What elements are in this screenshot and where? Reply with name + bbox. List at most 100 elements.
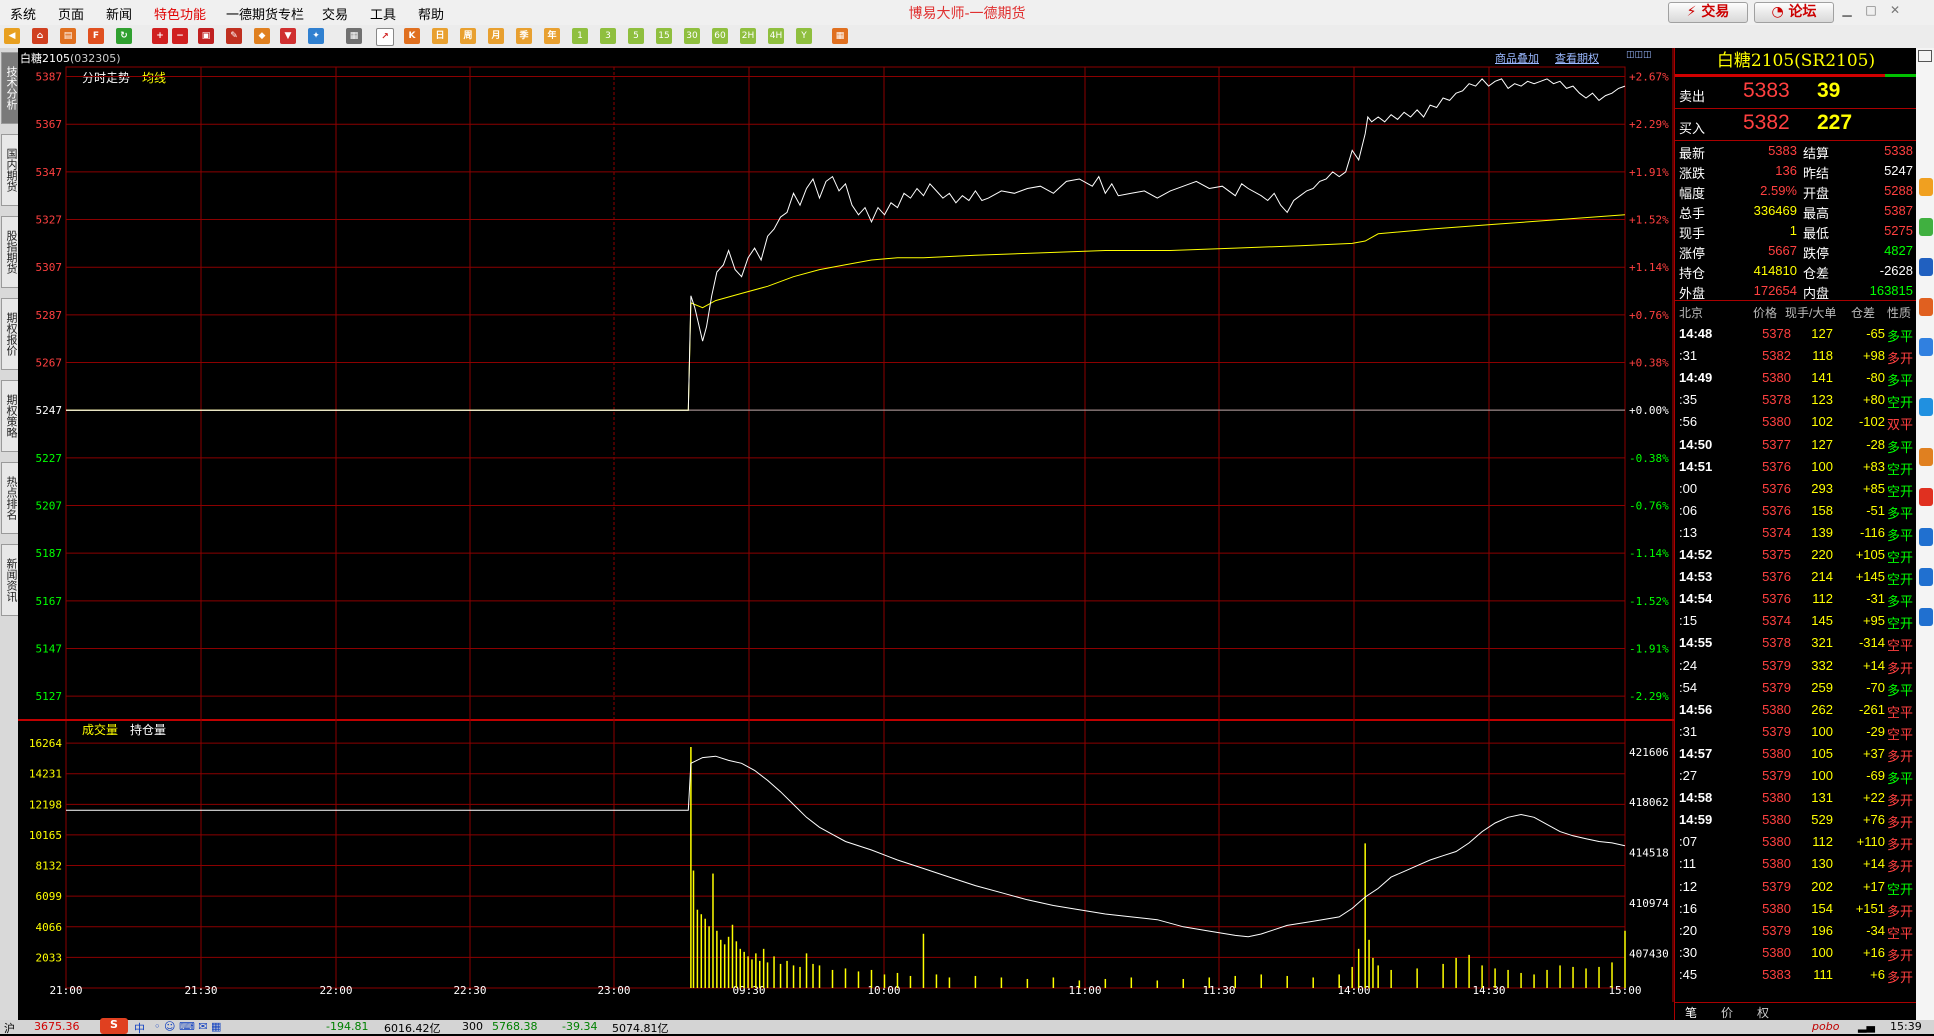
f10-icon[interactable]: F — [88, 28, 104, 44]
tick-row[interactable]: 14:54 5376 112 -31 多平 — [1675, 591, 1917, 611]
tick-price: 5382 — [1762, 348, 1791, 364]
tab-ticks[interactable]: 笔 — [1685, 1004, 1697, 1021]
tick-row[interactable]: :56 5380 102 -102 双平 — [1675, 414, 1917, 434]
tab-rights[interactable]: 权 — [1757, 1004, 1769, 1021]
maximize-icon[interactable]: □ — [1860, 3, 1882, 19]
period-y[interactable]: Y — [796, 28, 812, 44]
tick-row[interactable]: :12 5379 202 +17 空开 — [1675, 879, 1917, 899]
kline-icon[interactable]: K — [404, 28, 420, 44]
window-icon[interactable]: ▣ — [198, 28, 214, 44]
close-icon[interactable]: ✕ — [1884, 3, 1906, 19]
tick-row[interactable]: :45 5383 111 +6 多开 — [1675, 967, 1917, 987]
period-15m[interactable]: 15 — [656, 28, 672, 44]
pct-tick-label: +1.91% — [1629, 166, 1669, 179]
period-5m[interactable]: 5 — [628, 28, 644, 44]
tick-row[interactable]: 14:59 5380 529 +76 多开 — [1675, 812, 1917, 832]
price-tick-label: 5327 — [36, 214, 63, 227]
tab-domestic-futures[interactable]: 国内期货 — [1, 134, 19, 206]
eraser-icon[interactable]: ◆ — [254, 28, 270, 44]
tick-row[interactable]: :54 5379 259 -70 多平 — [1675, 680, 1917, 700]
x-tick-label: 11:30 — [1202, 984, 1235, 997]
forum-button[interactable]: ◔ 论坛 — [1754, 2, 1834, 23]
period-4h[interactable]: 4H — [768, 28, 784, 44]
app-icon[interactable] — [1919, 298, 1933, 316]
app-icon[interactable] — [1919, 218, 1933, 236]
tick-row[interactable]: 14:53 5376 214 +145 空开 — [1675, 569, 1917, 589]
table-icon[interactable]: ▦ — [346, 28, 362, 44]
period-quarter[interactable]: 季 — [516, 28, 532, 44]
tick-row[interactable]: 14:57 5380 105 +37 多开 — [1675, 746, 1917, 766]
app-icon[interactable] — [1919, 568, 1933, 586]
tick-row[interactable]: :20 5379 196 -34 空平 — [1675, 923, 1917, 943]
tick-row[interactable]: :15 5374 145 +95 空开 — [1675, 613, 1917, 633]
tick-row[interactable]: :06 5376 158 -51 多平 — [1675, 503, 1917, 523]
book-icon[interactable]: ▤ — [60, 28, 76, 44]
period-day[interactable]: 日 — [432, 28, 448, 44]
zoom-out-icon[interactable]: − — [172, 28, 188, 44]
tools-icon[interactable]: ✦ — [308, 28, 324, 44]
tick-row[interactable]: 14:49 5380 141 -80 多平 — [1675, 370, 1917, 390]
tick-row[interactable]: 14:52 5375 220 +105 空开 — [1675, 547, 1917, 567]
tick-row[interactable]: 14:55 5378 321 -314 空平 — [1675, 635, 1917, 655]
period-60m[interactable]: 60 — [712, 28, 728, 44]
calculator-icon[interactable]: ▦ — [832, 28, 848, 44]
trade-button[interactable]: ⚡ 交易 — [1668, 2, 1748, 23]
tick-row[interactable]: :07 5380 112 +110 多开 — [1675, 834, 1917, 854]
period-year[interactable]: 年 — [544, 28, 560, 44]
tick-row[interactable]: :27 5379 100 -69 多平 — [1675, 768, 1917, 788]
tab-hot-ranking[interactable]: 热点排名 — [1, 462, 19, 534]
buy-volume: 227 — [1817, 111, 1853, 134]
period-3m[interactable]: 3 — [600, 28, 616, 44]
period-30m[interactable]: 30 — [684, 28, 700, 44]
sogou-ime-icon[interactable]: S — [100, 1018, 128, 1034]
tick-row[interactable]: :31 5382 118 +98 多开 — [1675, 348, 1917, 368]
tick-row[interactable]: :30 5380 100 +16 多开 — [1675, 945, 1917, 965]
app-icon[interactable] — [1919, 398, 1933, 416]
tick-row[interactable]: :16 5380 154 +151 多开 — [1675, 901, 1917, 921]
filter-icon[interactable]: ▼ — [280, 28, 296, 44]
tick-time: 14:59 — [1679, 812, 1713, 828]
tab-option-strategy[interactable]: 期权策略 — [1, 380, 19, 452]
period-month[interactable]: 月 — [488, 28, 504, 44]
app-icon[interactable] — [1919, 448, 1933, 466]
tick-price: 5379 — [1762, 723, 1791, 739]
ime-tools-icon[interactable]: ◦ ☺ ⌨ ✉ ▦ — [154, 1020, 221, 1033]
tick-row[interactable]: 14:56 5380 262 -261 空平 — [1675, 702, 1917, 722]
tick-row[interactable]: :00 5376 293 +85 空开 — [1675, 481, 1917, 501]
tick-row[interactable]: 14:51 5376 100 +83 空开 — [1675, 459, 1917, 479]
app-icon[interactable] — [1919, 488, 1933, 506]
pct-tick-label: +0.76% — [1629, 309, 1669, 322]
back-icon[interactable]: ◀ — [4, 28, 20, 44]
tab-technical[interactable]: 技术分析 — [1, 52, 19, 124]
tab-index-futures[interactable]: 股指期货 — [1, 216, 19, 288]
pen-icon[interactable]: ✎ — [226, 28, 242, 44]
intraday-chart[interactable]: 白糖2105(032305) 商品叠加 查看期权 ◫◫◫ 分时走势 均线 成交量… — [18, 48, 1674, 1002]
app-icon[interactable] — [1919, 528, 1933, 546]
tick-oi-change: -34 — [1866, 922, 1885, 938]
tick-row[interactable]: :13 5374 139 -116 多平 — [1675, 525, 1917, 545]
tab-news[interactable]: 新闻资讯 — [1, 544, 19, 616]
zoom-in-icon[interactable]: + — [152, 28, 168, 44]
tick-row[interactable]: :24 5379 332 +14 多开 — [1675, 658, 1917, 678]
panel-toggle-icon[interactable] — [1918, 50, 1932, 62]
tick-row[interactable]: 14:58 5380 131 +22 多开 — [1675, 790, 1917, 810]
tick-row[interactable]: 14:50 5377 127 -28 多平 — [1675, 437, 1917, 457]
period-week[interactable]: 周 — [460, 28, 476, 44]
app-icon[interactable] — [1919, 608, 1933, 626]
period-2h[interactable]: 2H — [740, 28, 756, 44]
chart-icon[interactable]: ↗ — [376, 28, 394, 46]
app-icon[interactable] — [1919, 178, 1933, 196]
app-icon[interactable] — [1919, 338, 1933, 356]
tick-row[interactable]: :31 5379 100 -29 空平 — [1675, 724, 1917, 744]
tick-row[interactable]: 14:48 5378 127 -65 多平 — [1675, 326, 1917, 346]
period-1m[interactable]: 1 — [572, 28, 588, 44]
tick-row[interactable]: :11 5380 130 +14 多开 — [1675, 856, 1917, 876]
refresh-icon[interactable]: ↻ — [116, 28, 132, 44]
tab-price[interactable]: 价 — [1721, 1004, 1733, 1021]
tick-row[interactable]: :35 5378 123 +80 空开 — [1675, 392, 1917, 412]
tab-option-quotes[interactable]: 期权报价 — [1, 298, 19, 370]
home-icon[interactable]: ⌂ — [32, 28, 48, 44]
minimize-icon[interactable]: ▁ — [1836, 3, 1858, 19]
app-icon[interactable] — [1919, 258, 1933, 276]
volume-tick-label: 4066 — [36, 921, 63, 934]
